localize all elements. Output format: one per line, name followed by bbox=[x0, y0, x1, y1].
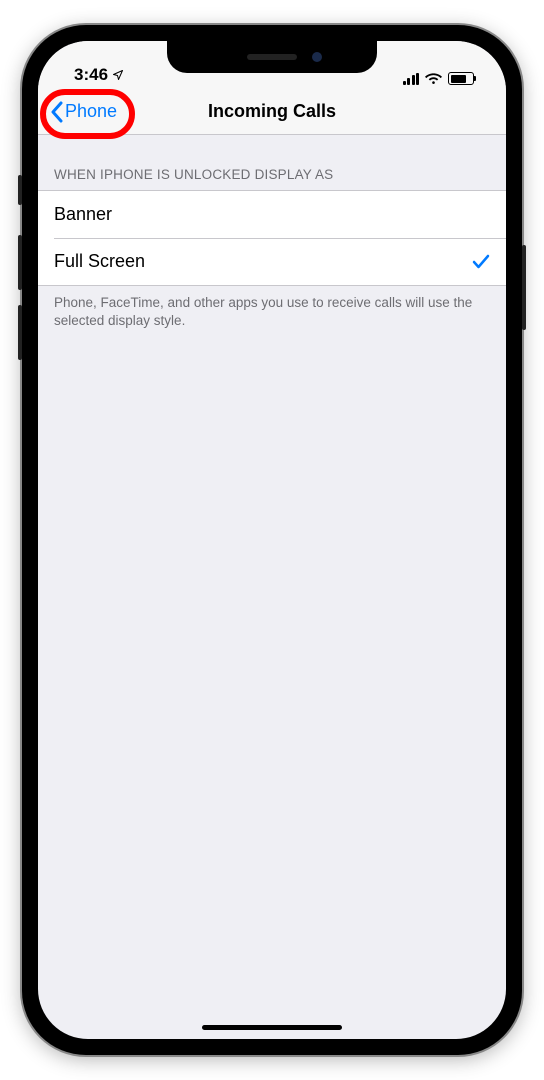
home-indicator[interactable] bbox=[202, 1025, 342, 1030]
option-list: Banner Full Screen bbox=[38, 190, 506, 286]
status-right bbox=[403, 72, 483, 85]
option-label: Full Screen bbox=[54, 251, 145, 272]
volume-down-button bbox=[18, 305, 22, 360]
status-left: 3:46 bbox=[62, 65, 124, 85]
cellular-signal-icon bbox=[403, 73, 420, 85]
content: WHEN IPHONE IS UNLOCKED DISPLAY AS Banne… bbox=[38, 135, 506, 338]
power-button bbox=[522, 245, 526, 330]
location-icon bbox=[112, 69, 124, 81]
back-button[interactable]: Phone bbox=[48, 97, 127, 127]
option-full-screen[interactable]: Full Screen bbox=[38, 238, 506, 285]
status-time: 3:46 bbox=[74, 65, 108, 85]
volume-up-button bbox=[18, 235, 22, 290]
option-banner[interactable]: Banner bbox=[38, 191, 506, 238]
battery-icon bbox=[448, 72, 474, 85]
section-header: WHEN IPHONE IS UNLOCKED DISPLAY AS bbox=[38, 135, 506, 190]
phone-frame: 3:46 bbox=[22, 25, 522, 1055]
speaker bbox=[247, 54, 297, 60]
navigation-bar: Phone Incoming Calls bbox=[38, 89, 506, 135]
option-label: Banner bbox=[54, 204, 112, 225]
front-camera bbox=[312, 52, 322, 62]
section-footer: Phone, FaceTime, and other apps you use … bbox=[38, 286, 506, 338]
back-button-label: Phone bbox=[65, 101, 117, 122]
wifi-icon bbox=[425, 72, 442, 85]
checkmark-icon bbox=[472, 254, 490, 270]
notch bbox=[167, 41, 377, 73]
screen: 3:46 bbox=[38, 41, 506, 1039]
chevron-left-icon bbox=[50, 101, 63, 123]
mute-switch bbox=[18, 175, 22, 205]
